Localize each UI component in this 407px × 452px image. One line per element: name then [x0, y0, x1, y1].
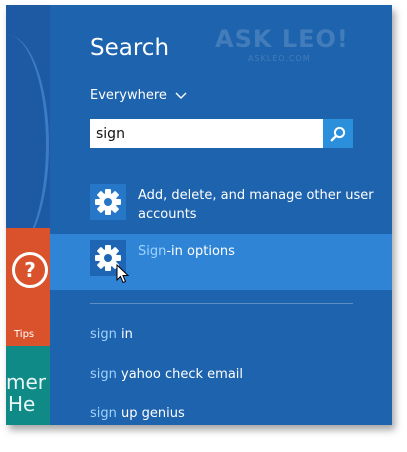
result-icon-tile — [90, 184, 126, 220]
chevron-down-icon — [175, 92, 187, 99]
search-input[interactable] — [90, 120, 322, 147]
suggestion-sign-yahoo-check-email[interactable]: sign yahoo check email — [90, 367, 243, 382]
magnifier-icon — [330, 126, 346, 141]
start-background-decoration — [6, 35, 49, 255]
tips-tile[interactable]: ? Tips — [6, 228, 50, 346]
panel-title: Search — [90, 35, 170, 61]
search-scope-label: Everywhere — [90, 88, 167, 103]
start-screen-strip: ? Tips mer He — [6, 5, 50, 425]
search-button[interactable] — [323, 119, 353, 148]
mouse-pointer-icon — [116, 264, 130, 284]
search-scope-dropdown[interactable]: Everywhere — [90, 88, 187, 103]
weather-tile[interactable]: mer He — [6, 346, 50, 425]
suggestion-sign-up-genius[interactable]: sign up genius — [90, 406, 185, 421]
search-box — [90, 119, 353, 148]
screenshot-frame: ? Tips mer He ASK LEO! ASKLEO.COM Search… — [6, 5, 392, 425]
weather-tile-text-1: mer — [6, 370, 47, 394]
search-charm-panel: ASK LEO! ASKLEO.COM Search Everywhere si… — [50, 5, 392, 425]
result-label: Add, delete, and manage other user accou… — [138, 188, 374, 222]
watermark: ASK LEO! — [215, 25, 349, 53]
suggestion-sign-in[interactable]: sign in — [90, 327, 133, 342]
tips-tile-label: Tips — [14, 329, 35, 340]
results-divider — [90, 303, 353, 304]
gear-icon — [95, 189, 121, 215]
help-question-icon: ? — [12, 252, 48, 288]
weather-tile-text-2: He — [8, 392, 36, 416]
result-label: Sign-in options — [138, 244, 235, 259]
watermark-url: ASKLEO.COM — [248, 54, 311, 63]
result-sign-in-options[interactable]: Sign-in options — [50, 234, 392, 290]
result-manage-user-accounts[interactable]: Add, delete, and manage other user accou… — [50, 178, 392, 234]
